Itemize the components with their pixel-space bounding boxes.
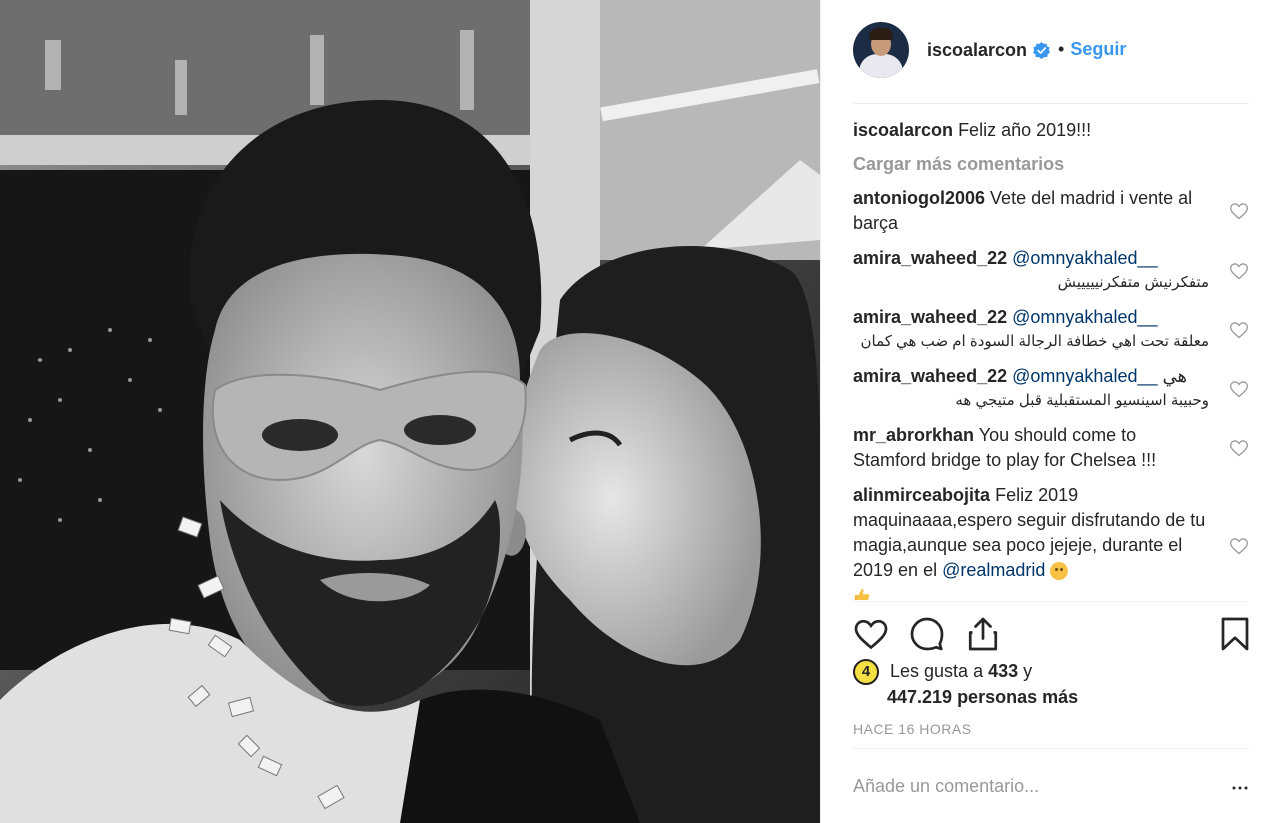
- avatar[interactable]: [853, 22, 909, 78]
- separator-dot: •: [1058, 39, 1065, 59]
- post-header: iscoalarcon • Seguir: [853, 22, 1249, 104]
- share-icon[interactable]: [965, 616, 1001, 652]
- comment-text: معلقة تحت اهي خطافة الرجالة السودة ام ضب…: [860, 333, 1209, 350]
- comment-item: amira_waheed_22 @omnyakhaled__ معلقة تحت…: [853, 305, 1249, 354]
- post-timestamp[interactable]: HACE 16 HORAS: [853, 721, 972, 737]
- comment-username[interactable]: amira_waheed_22: [853, 307, 1007, 327]
- comment-like-heart-icon[interactable]: [1229, 438, 1249, 458]
- comment-item: alinmirceabojita Feliz 2019 maquinaaaa,e…: [853, 483, 1249, 600]
- likes-others[interactable]: 447.219 personas más: [887, 687, 1078, 707]
- caption-text: Feliz año 2019!!!: [958, 120, 1092, 140]
- comment-username[interactable]: amira_waheed_22: [853, 248, 1007, 268]
- comment-mention[interactable]: @omnyakhaled__: [1012, 248, 1157, 268]
- thumbs-up-emoji-icon: [854, 589, 870, 600]
- likes-conj: y: [1023, 661, 1033, 681]
- liker-avatar-badge: 4: [853, 659, 879, 686]
- post-actions-bar: [853, 601, 1249, 661]
- comment-text: متفكرنيش متفكرنيييييش: [1057, 274, 1209, 291]
- comment-item: amira_waheed_22 @omnyakhaled__ هي وحبيبة…: [853, 364, 1249, 413]
- verified-badge-icon: [1033, 42, 1051, 59]
- comment-text-inline: هي: [1162, 366, 1188, 386]
- comment-mention[interactable]: @omnyakhaled__: [1012, 366, 1157, 386]
- comment-item: amira_waheed_22 @omnyakhaled__ متفكرنيش …: [853, 246, 1249, 295]
- comment-text: وحبيبة اسينسيو المستقبلية قبل متيجي هه: [955, 392, 1209, 409]
- instagram-post: iscoalarcon • Seguir iscoalarcon Feliz a…: [0, 0, 1280, 823]
- comment-icon[interactable]: [909, 616, 945, 652]
- load-more-comments-button[interactable]: Cargar más comentarios: [853, 152, 1249, 176]
- comment-username[interactable]: antoniogol2006: [853, 188, 985, 208]
- post-side-panel: iscoalarcon • Seguir iscoalarcon Feliz a…: [820, 0, 1280, 823]
- comment-username[interactable]: amira_waheed_22: [853, 366, 1007, 386]
- comment-item: antoniogol2006 Vete del madrid i vente a…: [853, 186, 1249, 236]
- photo-illustration: [0, 0, 820, 823]
- bookmark-icon[interactable]: [1217, 616, 1253, 652]
- caption-username[interactable]: iscoalarcon: [853, 120, 953, 140]
- post-caption: iscoalarcon Feliz año 2019!!!: [853, 118, 1249, 142]
- likes-count[interactable]: 433: [988, 661, 1018, 681]
- likes-summary[interactable]: 4 Les gusta a 433 y 447.219 personas más: [853, 659, 1249, 710]
- comment-mention[interactable]: @realmadrid: [942, 560, 1045, 580]
- comment-like-heart-icon[interactable]: [1229, 320, 1249, 340]
- heart-icon[interactable]: [853, 616, 889, 652]
- comment-mention[interactable]: @omnyakhaled__: [1012, 307, 1157, 327]
- comment-like-heart-icon[interactable]: [1229, 379, 1249, 399]
- comment-like-heart-icon[interactable]: [1229, 201, 1249, 221]
- likes-prefix: Les gusta a: [890, 661, 984, 681]
- more-options-icon[interactable]: [1231, 779, 1249, 797]
- username-link[interactable]: iscoalarcon: [927, 40, 1027, 61]
- comment-like-heart-icon[interactable]: [1229, 261, 1249, 281]
- post-photo[interactable]: [0, 0, 820, 823]
- add-comment-input[interactable]: [853, 766, 1249, 806]
- add-comment-form: [853, 748, 1249, 823]
- wink-emoji-icon: [1050, 562, 1069, 581]
- comments-list[interactable]: iscoalarcon Feliz año 2019!!! Cargar más…: [853, 118, 1249, 600]
- comment-username[interactable]: mr_abrorkhan: [853, 425, 974, 445]
- comment-like-heart-icon[interactable]: [1229, 536, 1249, 556]
- comment-item: mr_abrorkhan You should come to Stamford…: [853, 423, 1249, 473]
- follow-button[interactable]: Seguir: [1070, 39, 1126, 60]
- comment-username[interactable]: alinmirceabojita: [853, 485, 990, 505]
